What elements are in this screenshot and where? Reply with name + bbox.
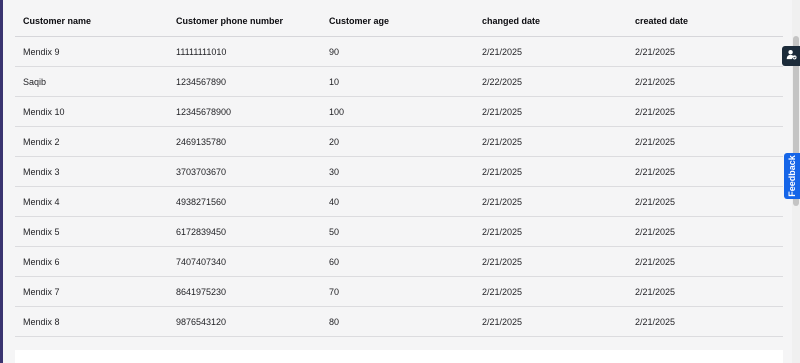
cell-customer-phone: 11111111010 bbox=[176, 46, 227, 57]
cell-changed-date: 2/21/2025 bbox=[482, 46, 523, 57]
cell-customer-age: 20 bbox=[329, 136, 340, 147]
cell-created-date: 2/21/2025 bbox=[635, 76, 676, 87]
cell-changed-date: 2/21/2025 bbox=[482, 226, 523, 237]
table-row[interactable]: Mendix 8 9876543120 80 2/21/2025 2/21/20… bbox=[15, 307, 783, 337]
cell-created-date: 2/21/2025 bbox=[635, 106, 676, 117]
cell-customer-age: 10 bbox=[329, 76, 340, 87]
user-icon bbox=[786, 47, 797, 65]
cell-created-date: 2/21/2025 bbox=[635, 226, 676, 237]
cell-customer-age: 60 bbox=[329, 256, 340, 267]
cell-changed-date: 2/21/2025 bbox=[482, 316, 523, 327]
table-row[interactable]: Mendix 7 8641975230 70 2/21/2025 2/21/20… bbox=[15, 277, 783, 307]
cell-created-date: 2/21/2025 bbox=[635, 316, 676, 327]
table-row[interactable]: Mendix 9 11111111010 90 2/21/2025 2/21/2… bbox=[15, 37, 783, 67]
cell-customer-phone: 4938271560 bbox=[176, 196, 227, 207]
cell-customer-phone: 2469135780 bbox=[176, 136, 227, 147]
cell-customer-age: 70 bbox=[329, 286, 340, 297]
cell-customer-name: Mendix 5 bbox=[23, 226, 60, 237]
cell-customer-age: 40 bbox=[329, 196, 340, 207]
cell-changed-date: 2/21/2025 bbox=[482, 256, 523, 267]
table-row[interactable]: Mendix 10 12345678900 100 2/21/2025 2/21… bbox=[15, 97, 783, 127]
column-header-changed-date[interactable]: changed date bbox=[474, 16, 627, 26]
cell-created-date: 2/21/2025 bbox=[635, 286, 676, 297]
cell-changed-date: 2/21/2025 bbox=[482, 136, 523, 147]
user-support-button[interactable] bbox=[782, 46, 800, 66]
cell-customer-name: Mendix 4 bbox=[23, 196, 60, 207]
column-header-customer-name[interactable]: Customer name bbox=[15, 16, 168, 26]
table-row[interactable]: Mendix 4 4938271560 40 2/21/2025 2/21/20… bbox=[15, 187, 783, 217]
cell-customer-age: 90 bbox=[329, 46, 340, 57]
cell-customer-phone: 12345678900 bbox=[176, 106, 232, 117]
cell-customer-phone: 1234567890 bbox=[176, 76, 227, 87]
cell-customer-age: 80 bbox=[329, 316, 340, 327]
cell-customer-age: 100 bbox=[329, 106, 345, 117]
column-header-created-date[interactable]: created date bbox=[627, 16, 783, 26]
cell-customer-name: Mendix 2 bbox=[23, 136, 60, 147]
cell-customer-phone: 6172839450 bbox=[176, 226, 227, 237]
cell-changed-date: 2/21/2025 bbox=[482, 286, 523, 297]
cell-customer-name: Saqib bbox=[23, 76, 47, 87]
cell-created-date: 2/21/2025 bbox=[635, 166, 676, 177]
cell-created-date: 2/21/2025 bbox=[635, 136, 676, 147]
cell-changed-date: 2/22/2025 bbox=[482, 76, 523, 87]
cell-customer-name: Mendix 8 bbox=[23, 316, 60, 327]
cell-customer-age: 50 bbox=[329, 226, 340, 237]
cell-customer-name: Mendix 10 bbox=[23, 106, 65, 117]
cell-customer-name: Mendix 7 bbox=[23, 286, 60, 297]
cell-customer-phone: 9876543120 bbox=[176, 316, 227, 327]
table-row[interactable]: Saqib 1234567890 10 2/22/2025 2/21/2025 bbox=[15, 67, 783, 97]
cell-customer-phone: 8641975230 bbox=[176, 286, 227, 297]
cell-customer-name: Mendix 6 bbox=[23, 256, 60, 267]
customer-data-grid: Customer name Customer phone number Cust… bbox=[15, 6, 783, 337]
table-header-row: Customer name Customer phone number Cust… bbox=[15, 6, 783, 37]
cell-changed-date: 2/21/2025 bbox=[482, 196, 523, 207]
footer-panel bbox=[15, 350, 783, 363]
table-row[interactable]: Mendix 5 6172839450 50 2/21/2025 2/21/20… bbox=[15, 217, 783, 247]
cell-changed-date: 2/21/2025 bbox=[482, 166, 523, 177]
feedback-label: Feedback bbox=[787, 155, 797, 197]
table-row[interactable]: Mendix 3 3703703670 30 2/21/2025 2/21/20… bbox=[15, 157, 783, 187]
cell-customer-age: 30 bbox=[329, 166, 340, 177]
table-row[interactable]: Mendix 6 7407407340 60 2/21/2025 2/21/20… bbox=[15, 247, 783, 277]
table-row[interactable]: Mendix 2 2469135780 20 2/21/2025 2/21/20… bbox=[15, 127, 783, 157]
column-header-customer-phone[interactable]: Customer phone number bbox=[168, 16, 321, 26]
cell-created-date: 2/21/2025 bbox=[635, 256, 676, 267]
page-content: Customer name Customer phone number Cust… bbox=[3, 0, 800, 363]
cell-customer-name: Mendix 9 bbox=[23, 46, 60, 57]
cell-created-date: 2/21/2025 bbox=[635, 196, 676, 207]
cell-customer-phone: 3703703670 bbox=[176, 166, 227, 177]
cell-changed-date: 2/21/2025 bbox=[482, 106, 523, 117]
column-header-customer-age[interactable]: Customer age bbox=[321, 16, 474, 26]
feedback-button[interactable]: Feedback bbox=[784, 153, 800, 199]
cell-created-date: 2/21/2025 bbox=[635, 46, 676, 57]
cell-customer-name: Mendix 3 bbox=[23, 166, 60, 177]
cell-customer-phone: 7407407340 bbox=[176, 256, 227, 267]
